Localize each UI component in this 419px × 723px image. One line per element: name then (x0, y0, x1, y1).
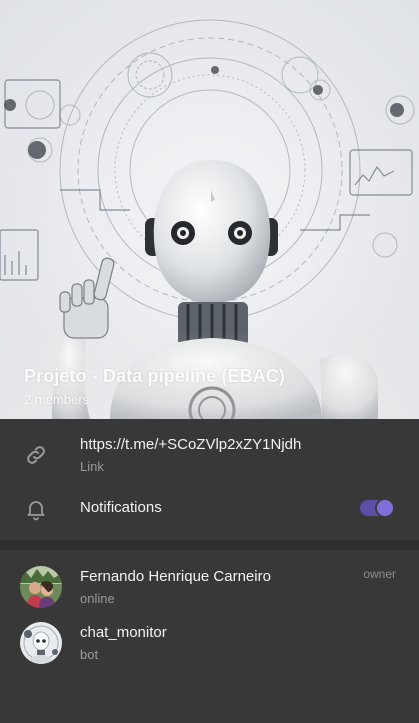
section-divider (0, 540, 419, 550)
group-cover-image: Projeto - Data pipeline (EBAC) 2 members (0, 0, 419, 419)
group-title: Projeto - Data pipeline (EBAC) (24, 366, 286, 386)
member-name: Fernando Henrique Carneiro (80, 568, 271, 585)
group-info-section: https://t.me/+SCoZVlp2xZY1Njdh Link Noti… (0, 419, 419, 540)
notifications-label: Notifications (80, 499, 162, 516)
member-item[interactable]: Fernando Henrique Carneiro online owner (0, 562, 419, 618)
avatar-photo-couple (20, 566, 62, 608)
link-icon (27, 446, 45, 464)
invite-link-row[interactable]: https://t.me/+SCoZVlp2xZY1Njdh Link (0, 419, 419, 489)
member-count: 2 members (24, 392, 90, 407)
members-list: Fernando Henrique Carneiro online owner … (0, 550, 419, 723)
member-role-badge: owner (363, 567, 396, 581)
invite-link-caption: Link (80, 459, 104, 474)
member-name: chat_monitor (80, 624, 167, 641)
member-status: bot (80, 647, 99, 662)
bell-icon (27, 501, 45, 521)
member-item[interactable]: chat_monitor bot (0, 618, 419, 674)
toggle-knob (375, 498, 395, 518)
avatar-robot (20, 622, 62, 664)
invite-link-value: https://t.me/+SCoZVlp2xZY1Njdh (80, 436, 302, 453)
member-status: online (80, 591, 115, 606)
notifications-toggle[interactable] (360, 498, 395, 518)
notifications-row[interactable]: Notifications (0, 489, 419, 540)
